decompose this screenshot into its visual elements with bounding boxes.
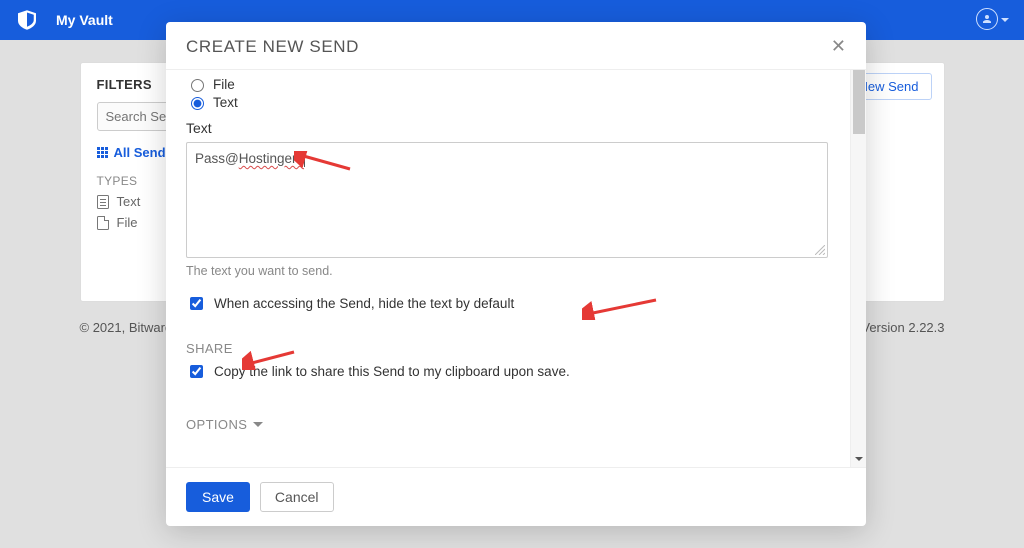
radio-file-label: File	[213, 77, 235, 92]
options-label: OPTIONS	[186, 417, 247, 432]
modal-body: File Text Text Pass@Hostinger1 The text …	[166, 70, 866, 467]
cancel-button[interactable]: Cancel	[260, 482, 334, 512]
checkbox-copy-link-label: Copy the link to share this Send to my c…	[214, 364, 570, 379]
sidebar-item-label: All Sends	[114, 145, 173, 160]
checkbox-hide-text-label: When accessing the Send, hide the text b…	[214, 296, 514, 311]
create-send-modal: CREATE NEW SEND ✕ File Text Text	[166, 22, 866, 526]
text-field-label: Text	[186, 120, 828, 136]
doc-icon	[97, 195, 109, 209]
chevron-down-icon	[253, 422, 263, 432]
text-input[interactable]: Pass@Hostinger1	[186, 142, 828, 258]
sidebar-item-label: File	[117, 215, 138, 230]
text-help: The text you want to send.	[186, 264, 828, 278]
radio-file[interactable]: File	[186, 76, 828, 92]
radio-text[interactable]: Text	[186, 94, 828, 110]
checkbox-copy-link[interactable]: Copy the link to share this Send to my c…	[186, 362, 828, 381]
scrollbar[interactable]	[850, 70, 866, 467]
share-heading: SHARE	[186, 341, 828, 356]
grid-icon	[97, 147, 108, 158]
user-menu-icon[interactable]	[976, 8, 998, 30]
nav-my-vault[interactable]: My Vault	[50, 8, 119, 32]
sidebar-item-label: Text	[117, 194, 141, 209]
checkbox-hide-text[interactable]: When accessing the Send, hide the text b…	[186, 294, 828, 313]
save-button[interactable]: Save	[186, 482, 250, 512]
radio-text-label: Text	[213, 95, 238, 110]
scroll-thumb[interactable]	[853, 70, 865, 134]
modal-title: CREATE NEW SEND	[186, 37, 359, 57]
logo-shield-icon	[18, 10, 36, 30]
footer-version: Version 2.22.3	[861, 320, 944, 335]
close-icon[interactable]: ✕	[831, 36, 846, 57]
options-toggle[interactable]: OPTIONS	[186, 417, 828, 432]
file-icon	[97, 216, 109, 230]
